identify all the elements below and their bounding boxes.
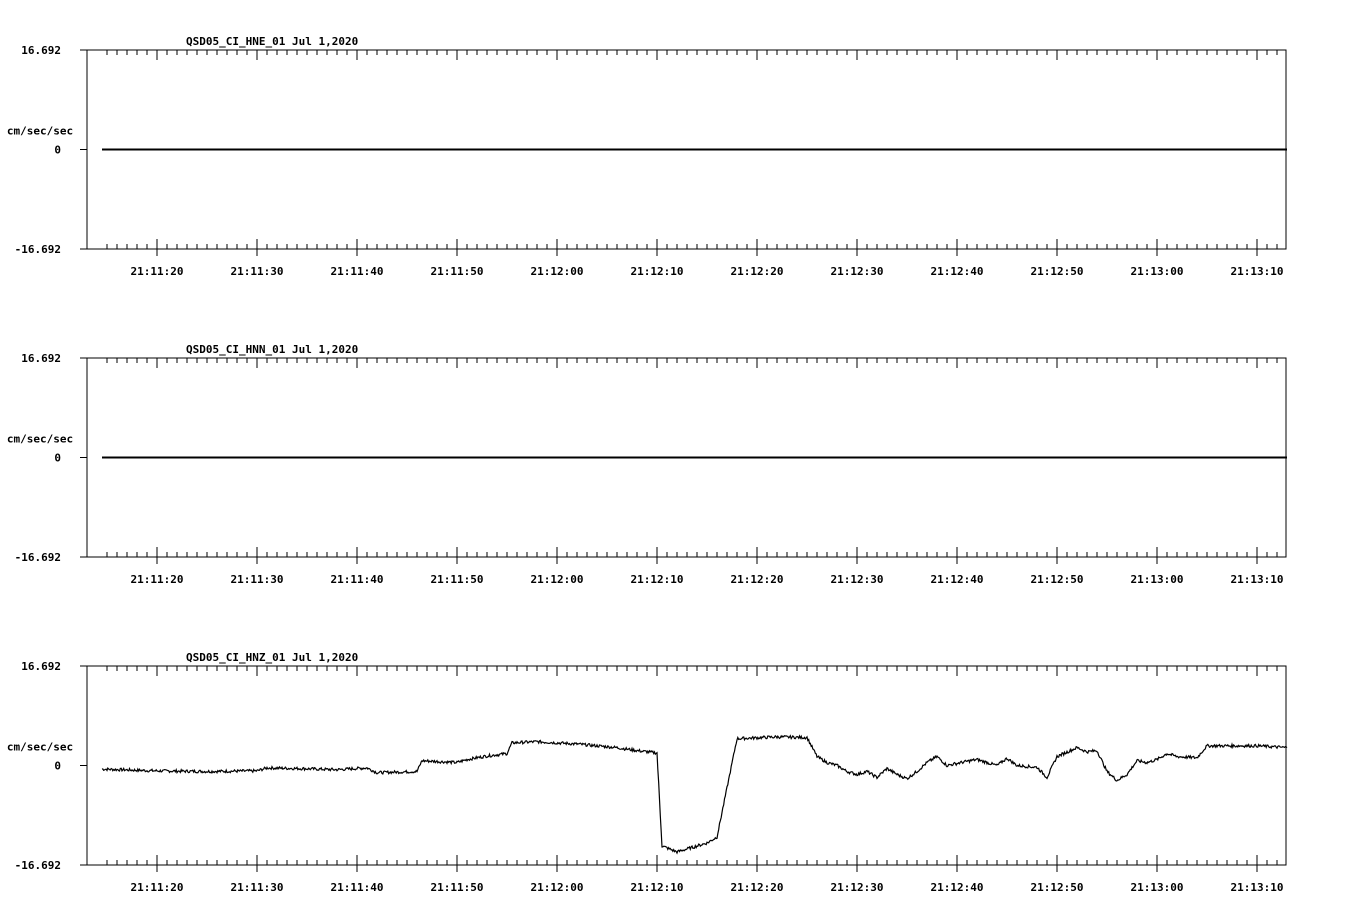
x-tick-label-0-2: 21:11:40 bbox=[331, 265, 384, 278]
x-tick-label-2-4: 21:12:00 bbox=[531, 881, 584, 894]
plot-frame-2 bbox=[86, 665, 1287, 866]
y-tick-label-0-0: 16.692 bbox=[21, 44, 61, 57]
x-tick-label-2-0: 21:11:20 bbox=[131, 881, 184, 894]
chart-title-1: QSD05_CI_HNN_01 Jul 1,2020 bbox=[186, 343, 358, 356]
y-axis-label-2: cm/sec/sec bbox=[7, 741, 73, 754]
x-tick-label-1-11: 21:13:10 bbox=[1231, 573, 1284, 586]
y-axis-label-1: cm/sec/sec bbox=[7, 433, 73, 446]
x-tick-label-2-1: 21:11:30 bbox=[231, 881, 284, 894]
x-tick-label-0-5: 21:12:10 bbox=[631, 265, 684, 278]
x-tick-label-0-7: 21:12:30 bbox=[831, 265, 884, 278]
x-tick-label-0-9: 21:12:50 bbox=[1031, 265, 1084, 278]
x-tick-label-2-5: 21:12:10 bbox=[631, 881, 684, 894]
x-tick-label-2-7: 21:12:30 bbox=[831, 881, 884, 894]
x-tick-label-1-7: 21:12:30 bbox=[831, 573, 884, 586]
x-tick-label-1-6: 21:12:20 bbox=[731, 573, 784, 586]
chart-title-2: QSD05_CI_HNZ_01 Jul 1,2020 bbox=[186, 651, 358, 664]
chart-title-0: QSD05_CI_HNE_01 Jul 1,2020 bbox=[186, 35, 358, 48]
x-tick-label-1-3: 21:11:50 bbox=[431, 573, 484, 586]
y-tick-label-2-1: 0 bbox=[54, 760, 61, 773]
x-tick-label-1-10: 21:13:00 bbox=[1131, 573, 1184, 586]
y-tick-label-1-0: 16.692 bbox=[21, 352, 61, 365]
x-tick-label-2-9: 21:12:50 bbox=[1031, 881, 1084, 894]
x-tick-label-0-1: 21:11:30 bbox=[231, 265, 284, 278]
x-tick-label-2-2: 21:11:40 bbox=[331, 881, 384, 894]
x-tick-label-0-10: 21:13:00 bbox=[1131, 265, 1184, 278]
trace-line-2 bbox=[101, 734, 1288, 855]
x-tick-label-2-3: 21:11:50 bbox=[431, 881, 484, 894]
y-tick-label-1-1: 0 bbox=[54, 452, 61, 465]
x-tick-label-2-11: 21:13:10 bbox=[1231, 881, 1284, 894]
x-tick-label-1-9: 21:12:50 bbox=[1031, 573, 1084, 586]
x-tick-label-2-6: 21:12:20 bbox=[731, 881, 784, 894]
x-tick-label-0-11: 21:13:10 bbox=[1231, 265, 1284, 278]
x-tick-label-0-8: 21:12:40 bbox=[931, 265, 984, 278]
x-tick-label-1-1: 21:11:30 bbox=[231, 573, 284, 586]
y-tick-label-2-2: -16.692 bbox=[15, 859, 61, 872]
y-tick-label-1-2: -16.692 bbox=[15, 551, 61, 564]
x-tick-label-1-4: 21:12:00 bbox=[531, 573, 584, 586]
x-tick-label-1-5: 21:12:10 bbox=[631, 573, 684, 586]
y-axis-label-0: cm/sec/sec bbox=[7, 125, 73, 138]
x-tick-label-1-2: 21:11:40 bbox=[331, 573, 384, 586]
seismogram-figure: QSD05_CI_HNE_01 Jul 1,2020 16.692 0 -16.692… bbox=[7, 35, 1288, 894]
y-tick-label-2-0: 16.692 bbox=[21, 660, 61, 673]
x-tick-label-1-8: 21:12:40 bbox=[931, 573, 984, 586]
x-tick-label-0-0: 21:11:20 bbox=[131, 265, 184, 278]
x-tick-label-0-6: 21:12:20 bbox=[731, 265, 784, 278]
x-tick-label-0-4: 21:12:00 bbox=[531, 265, 584, 278]
x-tick-label-0-3: 21:11:50 bbox=[431, 265, 484, 278]
x-tick-label-2-10: 21:13:00 bbox=[1131, 881, 1184, 894]
x-tick-label-1-0: 21:11:20 bbox=[131, 573, 184, 586]
y-tick-label-0-2: -16.692 bbox=[15, 243, 61, 256]
y-tick-label-0-1: 0 bbox=[54, 144, 61, 157]
x-tick-label-2-8: 21:12:40 bbox=[931, 881, 984, 894]
